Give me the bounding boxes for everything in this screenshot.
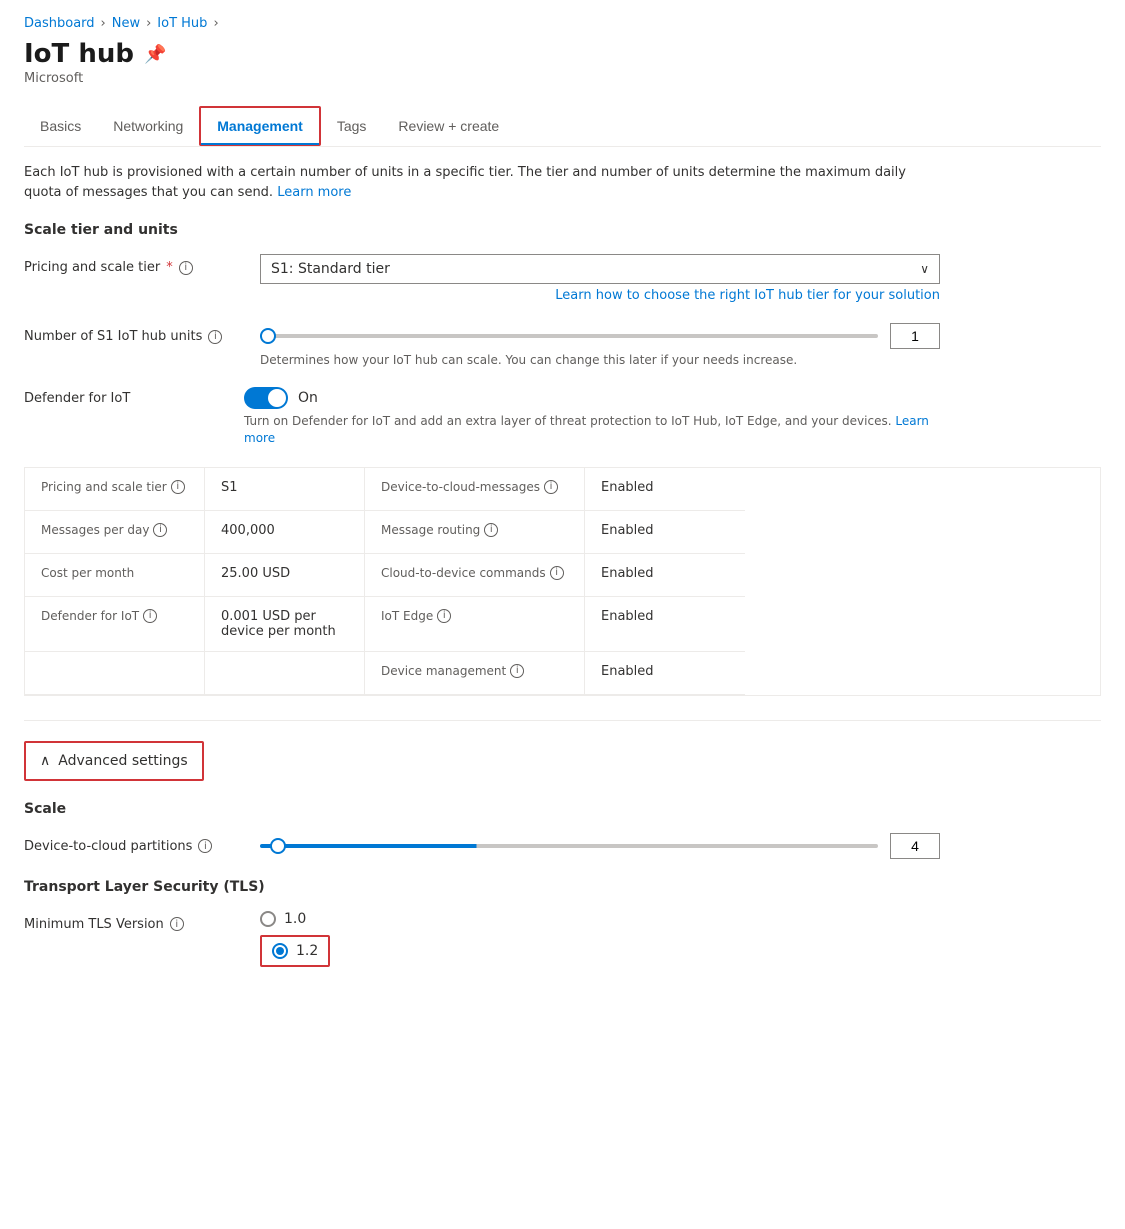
breadcrumb-new[interactable]: New (112, 16, 140, 31)
pricing-info-icon[interactable]: i (179, 261, 193, 275)
units-value-input[interactable] (890, 323, 940, 349)
units-row: Number of S1 IoT hub units i Determines … (24, 323, 1101, 367)
pin-button[interactable]: 📌 (144, 44, 166, 65)
advanced-settings-label: Advanced settings (58, 753, 187, 769)
tls-radio-group: 1.0 1.2 (260, 911, 330, 967)
tls-section: Transport Layer Security (TLS) Minimum T… (24, 879, 1101, 967)
tab-review[interactable]: Review + create (382, 106, 515, 146)
tls-option-1-2-selected[interactable]: 1.2 (260, 935, 330, 967)
defender-description: Turn on Defender for IoT and add an extr… (244, 413, 944, 447)
divider (24, 720, 1101, 721)
info-cell-empty2 (205, 652, 365, 695)
radio-1-0-label: 1.0 (284, 911, 306, 927)
info-cell-msg-label: Messages per day i (25, 511, 205, 554)
info-cell-d2c-label: Device-to-cloud-messages i (365, 468, 585, 511)
info-cell-pricing-value: S1 (205, 468, 365, 511)
pricing-tier-row: Pricing and scale tier * i S1: Standard … (24, 254, 1101, 303)
table-routing-info[interactable]: i (484, 523, 498, 537)
info-cell-msg-value: 400,000 (205, 511, 365, 554)
table-iot-edge-info[interactable]: i (437, 609, 451, 623)
table-d2c-info[interactable]: i (544, 480, 558, 494)
table-devmgmt-info[interactable]: i (510, 664, 524, 678)
breadcrumb-iot-hub[interactable]: IoT Hub (157, 16, 207, 31)
info-cell-cost-label: Cost per month (25, 554, 205, 597)
scale-tier-heading: Scale tier and units (24, 222, 1101, 238)
info-cell-defender-value: 0.001 USD per device per month (205, 597, 365, 652)
info-cell-defender-label: Defender for IoT i (25, 597, 205, 652)
tls-info-icon[interactable]: i (170, 917, 184, 931)
description-text: Each IoT hub is provisioned with a certa… (24, 163, 924, 202)
breadcrumb-dashboard[interactable]: Dashboard (24, 16, 95, 31)
units-info-icon[interactable]: i (208, 330, 222, 344)
partitions-row: Device-to-cloud partitions i (24, 833, 1101, 859)
page-title: IoT hub (24, 39, 134, 69)
info-cell-empty1 (25, 652, 205, 695)
info-table: Pricing and scale tier i S1 Device-to-cl… (24, 467, 1101, 696)
required-asterisk: * (166, 260, 173, 275)
radio-1-2-circle (272, 943, 288, 959)
units-label: Number of S1 IoT hub units i (24, 323, 244, 344)
partitions-slider-container (260, 833, 940, 859)
tab-networking[interactable]: Networking (97, 106, 199, 146)
partitions-slider[interactable] (260, 844, 878, 848)
tab-basics[interactable]: Basics (24, 106, 97, 146)
chevron-down-icon: ∨ (920, 262, 929, 276)
partitions-label: Device-to-cloud partitions i (24, 833, 244, 854)
units-description: Determines how your IoT hub can scale. Y… (260, 353, 940, 367)
partitions-info-icon[interactable]: i (198, 839, 212, 853)
tls-version-row: Minimum TLS Version i 1.0 1.2 (24, 911, 1101, 967)
defender-label: Defender for IoT (24, 387, 244, 406)
units-slider[interactable] (260, 334, 878, 338)
defender-toggle[interactable] (244, 387, 288, 409)
units-slider-container (260, 323, 940, 349)
radio-1-0-circle (260, 911, 276, 927)
breadcrumb: Dashboard › New › IoT Hub › (24, 16, 1101, 31)
page-title-row: IoT hub 📌 (24, 39, 1101, 69)
page-subtitle: Microsoft (24, 71, 1101, 86)
tls-heading: Transport Layer Security (TLS) (24, 879, 1101, 895)
info-cell-iot-edge-value: Enabled (585, 597, 745, 652)
info-cell-routing-value: Enabled (585, 511, 745, 554)
info-cell-iot-edge-label: IoT Edge i (365, 597, 585, 652)
tls-option-1-0[interactable]: 1.0 (260, 911, 330, 927)
tab-bar: Basics Networking Management Tags Review… (24, 106, 1101, 147)
learn-more-link[interactable]: Learn more (277, 185, 351, 200)
info-cell-pricing-label: Pricing and scale tier i (25, 468, 205, 511)
info-cell-devmgmt-value: Enabled (585, 652, 745, 695)
info-cell-routing-label: Message routing i (365, 511, 585, 554)
tls-version-label: Minimum TLS Version i (24, 911, 244, 932)
chevron-up-icon: ∧ (40, 753, 50, 769)
info-cell-devmgmt-label: Device management i (365, 652, 585, 695)
tab-management[interactable]: Management (199, 106, 321, 146)
table-defender-info[interactable]: i (143, 609, 157, 623)
radio-1-2-label: 1.2 (296, 943, 318, 959)
scale-sub-heading: Scale (24, 801, 1101, 817)
info-cell-c2d-value: Enabled (585, 554, 745, 597)
table-msg-info[interactable]: i (153, 523, 167, 537)
pricing-select-container: S1: Standard tier ∨ Learn how to choose … (260, 254, 1101, 303)
defender-state: On (298, 390, 318, 406)
table-c2d-info[interactable]: i (550, 566, 564, 580)
partitions-value-input[interactable] (890, 833, 940, 859)
info-cell-c2d-label: Cloud-to-device commands i (365, 554, 585, 597)
defender-row: Defender for IoT On Turn on Defender for… (24, 387, 1101, 447)
pricing-tier-label: Pricing and scale tier * i (24, 254, 244, 275)
defender-toggle-row: On (244, 387, 944, 409)
table-pricing-info[interactable]: i (171, 480, 185, 494)
tab-tags[interactable]: Tags (321, 106, 383, 146)
learn-tier-link[interactable]: Learn how to choose the right IoT hub ti… (260, 288, 940, 303)
defender-toggle-content: On Turn on Defender for IoT and add an e… (244, 387, 944, 447)
info-cell-d2c-value: Enabled (585, 468, 745, 511)
pricing-select[interactable]: S1: Standard tier ∨ (260, 254, 940, 284)
info-cell-cost-value: 25.00 USD (205, 554, 365, 597)
advanced-settings-toggle[interactable]: ∧ Advanced settings (24, 741, 204, 781)
